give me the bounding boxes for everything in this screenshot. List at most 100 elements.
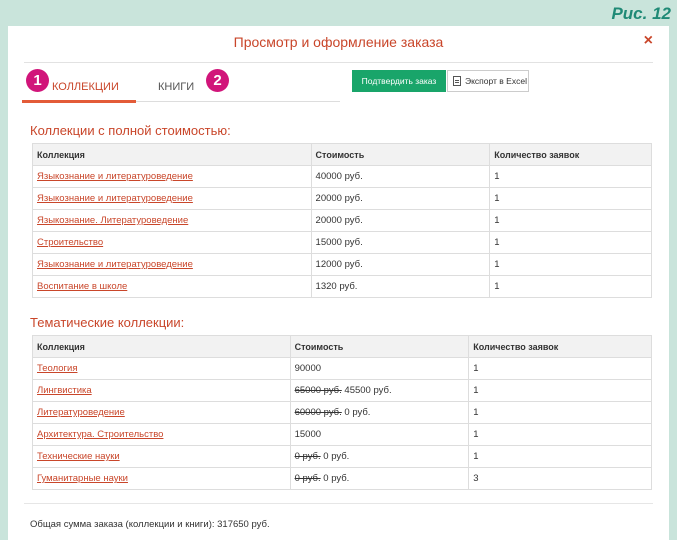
thematic-collections-title: Тематические коллекции: [30, 315, 185, 330]
column-header-collection: Коллекция [32, 335, 291, 358]
close-icon[interactable]: × [644, 32, 653, 50]
table-row: Языкознание и литературоведение 40000 ру… [32, 165, 652, 188]
collection-link[interactable]: Воспитание в школе [37, 281, 127, 292]
table-row: Строительство 15000 руб. 1 [32, 231, 652, 254]
count-cell: 3 [468, 467, 652, 490]
collection-cell: Лингвистика [32, 379, 291, 402]
table-row: Воспитание в школе 1320 руб. 1 [32, 275, 652, 298]
table-row: Языкознание и литературоведение 12000 ру… [32, 253, 652, 276]
modal-title: Просмотр и оформление заказа [233, 34, 444, 50]
price-cell: 20000 руб. [310, 209, 491, 232]
collection-cell: Языкознание и литературоведение [32, 187, 312, 210]
collection-cell: Строительство [32, 231, 312, 254]
collection-cell: Теология [32, 357, 291, 380]
column-header-count: Количество заявок [489, 143, 652, 166]
full-collections-table: Коллекция Стоимость Количество заявок Яз… [32, 143, 652, 298]
count-cell: 1 [489, 209, 652, 232]
table-row: Технические науки 0 руб. 0 руб. 1 [32, 445, 652, 468]
table-row: Архитектура. Строительство 15000 1 [32, 423, 652, 446]
current-price: 0 руб. [344, 407, 371, 418]
price-cell: 15000 [289, 423, 470, 446]
count-cell: 1 [468, 423, 652, 446]
column-header-collection: Коллекция [32, 143, 312, 166]
callout-badge-1: 1 [26, 69, 49, 92]
current-price: 45500 руб. [344, 385, 392, 396]
price-cell: 15000 руб. [310, 231, 491, 254]
confirm-order-button[interactable]: Подтвердить заказ [352, 70, 446, 92]
tab-books[interactable]: КНИГИ [156, 72, 246, 102]
price-cell: 0 руб. 0 руб. [289, 467, 470, 490]
price-cell: 12000 руб. [310, 253, 491, 276]
collection-link[interactable]: Языкознание и литературоведение [37, 259, 193, 270]
export-excel-button[interactable]: Экспорт в Excel [447, 70, 529, 92]
old-price: 0 руб. [294, 451, 321, 462]
collection-link[interactable]: Языкознание и литературоведение [37, 193, 193, 204]
collection-cell: Технические науки [32, 445, 291, 468]
tab-bar: КОЛЛЕКЦИИ КНИГИ 1 2 [22, 69, 340, 103]
count-cell: 1 [489, 231, 652, 254]
table-header-row: Коллекция Стоимость Количество заявок [32, 335, 652, 358]
collection-cell: Литературоведение [32, 401, 291, 424]
price-cell: 65000 руб. 45500 руб. [289, 379, 470, 402]
order-modal: Просмотр и оформление заказа × КОЛЛЕКЦИИ… [8, 26, 669, 540]
price-cell: 60000 руб. 0 руб. [289, 401, 470, 424]
full-collections-title: Коллекции с полной стоимостью: [30, 123, 231, 138]
tab-books-label: КНИГИ [158, 81, 195, 93]
collection-cell: Языкознание. Литературоведение [32, 209, 312, 232]
table-row: Языкознание и литературоведение 20000 ру… [32, 187, 652, 210]
modal-header: Просмотр и оформление заказа × [8, 26, 669, 62]
count-cell: 1 [468, 445, 652, 468]
current-price: 0 руб. [323, 451, 350, 462]
price-cell: 90000 [289, 357, 470, 380]
count-cell: 1 [489, 165, 652, 188]
excel-icon [453, 76, 461, 86]
collection-cell: Гуманитарные науки [32, 467, 291, 490]
collection-cell: Языкознание и литературоведение [32, 253, 312, 276]
callout-badge-2: 2 [206, 69, 229, 92]
current-price: 0 руб. [323, 473, 350, 484]
export-excel-label: Экспорт в Excel [465, 76, 527, 86]
count-cell: 1 [468, 357, 652, 380]
column-header-price: Стоимость [289, 335, 470, 358]
table-row: Теология 90000 1 [32, 357, 652, 380]
current-price: 15000 [294, 429, 322, 440]
order-total: Общая сумма заказа (коллекции и книги): … [30, 519, 270, 530]
price-cell: 0 руб. 0 руб. [289, 445, 470, 468]
collection-cell: Воспитание в школе [32, 275, 312, 298]
collection-cell: Архитектура. Строительство [32, 423, 291, 446]
tab-collections-label: КОЛЛЕКЦИИ [52, 81, 119, 93]
header-divider [24, 62, 653, 63]
current-price: 90000 [294, 363, 322, 374]
figure-label: Рис. 12 [611, 4, 671, 23]
column-header-price: Стоимость [310, 143, 491, 166]
old-price: 60000 руб. [294, 407, 342, 418]
price-cell: 1320 руб. [310, 275, 491, 298]
count-cell: 1 [489, 187, 652, 210]
count-cell: 1 [489, 275, 652, 298]
thematic-collections-table: Коллекция Стоимость Количество заявок Те… [32, 335, 652, 490]
price-cell: 20000 руб. [310, 187, 491, 210]
collection-link[interactable]: Технические науки [37, 451, 120, 462]
collection-link[interactable]: Языкознание и литературоведение [37, 171, 193, 182]
price-cell: 40000 руб. [310, 165, 491, 188]
count-cell: 1 [489, 253, 652, 276]
table-row: Гуманитарные науки 0 руб. 0 руб. 3 [32, 467, 652, 490]
old-price: 0 руб. [294, 473, 321, 484]
collection-link[interactable]: Теология [37, 363, 77, 374]
collection-link[interactable]: Архитектура. Строительство [37, 429, 163, 440]
collection-link[interactable]: Строительство [37, 237, 103, 248]
column-header-count: Количество заявок [468, 335, 652, 358]
collection-link[interactable]: Лингвистика [37, 385, 92, 396]
collection-link[interactable]: Литературоведение [37, 407, 125, 418]
table-header-row: Коллекция Стоимость Количество заявок [32, 143, 652, 166]
footer-divider [24, 503, 653, 504]
old-price: 65000 руб. [294, 385, 342, 396]
table-row: Литературоведение 60000 руб. 0 руб. 1 [32, 401, 652, 424]
count-cell: 1 [468, 401, 652, 424]
collection-link[interactable]: Гуманитарные науки [37, 473, 128, 484]
collection-cell: Языкознание и литературоведение [32, 165, 312, 188]
count-cell: 1 [468, 379, 652, 402]
collection-link[interactable]: Языкознание. Литературоведение [37, 215, 188, 226]
table-row: Языкознание. Литературоведение 20000 руб… [32, 209, 652, 232]
table-row: Лингвистика 65000 руб. 45500 руб. 1 [32, 379, 652, 402]
